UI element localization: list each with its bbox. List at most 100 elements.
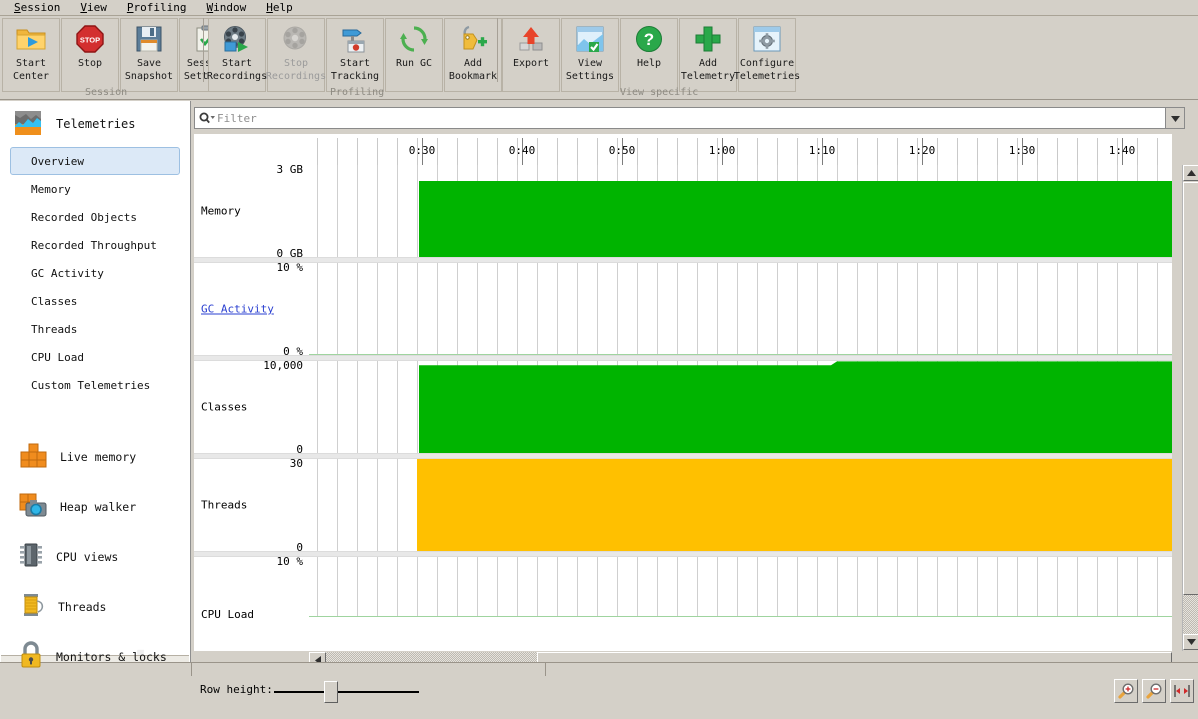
toolbar-button-start-recordings[interactable]: Start Recordings <box>207 18 267 92</box>
zoom-out-button[interactable] <box>1142 679 1166 703</box>
row-zero-baseline <box>309 616 1172 617</box>
ruler-time-label: 1:10 <box>808 144 836 157</box>
menu-item-view[interactable]: View <box>70 0 117 15</box>
sidebar-category-threads[interactable]: Threads <box>0 582 190 631</box>
toolbar-button-label: Configure <box>739 58 795 69</box>
sidebar-item-label: GC Activity <box>31 266 104 280</box>
sidebar-category-monitors-locks[interactable]: Monitors & locks <box>0 632 190 676</box>
row-y-max-label: 10,000 <box>263 359 303 372</box>
main-pane: Filter 0:30 0:40 0:50 1:00 1:10 1:20 1:30 1:40 1… <box>192 101 1198 709</box>
vertical-scrollbar[interactable] <box>1182 165 1198 651</box>
sidebar-item-overview[interactable]: Overview <box>10 147 180 175</box>
sidebar-item-gc-activity[interactable]: GC Activity <box>10 259 180 287</box>
sidebar-category-live-memory[interactable]: Live memory <box>0 432 190 481</box>
ruler-minor-tick <box>397 138 398 165</box>
ruler-minor-tick <box>317 138 318 165</box>
scroll-down-button[interactable] <box>1183 634 1198 650</box>
sidebar-item-memory[interactable]: Memory <box>10 175 180 203</box>
row-y-min-label: 0 % <box>283 345 303 358</box>
toolbar-button-label: Tracking <box>330 71 380 82</box>
row-series-area <box>417 459 1172 551</box>
toolbar-button-add-telemetry[interactable]: Add Telemetry <box>679 18 737 92</box>
toolbar-button-run-gc[interactable]: Run GC <box>385 18 443 92</box>
row-height-label: Row height: <box>200 683 273 696</box>
sidebar-category-label: Live memory <box>60 449 137 464</box>
search-dropdown-icon[interactable] <box>197 112 217 125</box>
row-plot[interactable] <box>309 263 1172 355</box>
green-plus-icon <box>694 22 722 56</box>
toolbar-button-view-settings[interactable]: View Settings <box>561 18 619 92</box>
row-y-max-label: 10 % <box>276 555 304 568</box>
row-series-area <box>419 180 1172 257</box>
time-ruler: 0:300:400:501:001:101:201:301:401:50 <box>194 134 1172 166</box>
toolbar-button-label: Center <box>12 71 50 82</box>
row-plot[interactable] <box>309 165 1172 257</box>
tracking-icon <box>341 22 369 56</box>
sidebar-item-custom-telemetries[interactable]: Custom Telemetries <box>10 371 180 399</box>
ruler-minor-tick <box>1077 138 1078 165</box>
row-axis: 10,000 0 Classes <box>194 359 309 456</box>
row-axis: 10 % 0 % GC Activity <box>194 261 309 358</box>
sidebar-category-cpu-views[interactable]: CPU views <box>0 532 190 581</box>
sidebar-item-threads[interactable]: Threads <box>10 315 180 343</box>
zoom-in-button[interactable] <box>1114 679 1138 703</box>
filter-input[interactable]: Filter <box>217 112 257 125</box>
row-height-slider-knob[interactable] <box>324 681 338 703</box>
menu-item-session[interactable]: Session <box>4 0 70 15</box>
vertical-scrollbar-track[interactable] <box>1183 595 1198 634</box>
sidebar-item-classes[interactable]: Classes <box>10 287 180 315</box>
status-divider <box>191 663 192 676</box>
row-name-label[interactable]: GC Activity <box>201 303 274 316</box>
toolbar-button-configure-telemetries[interactable]: Configure Telemetries <box>734 18 800 92</box>
film-reel-play-icon <box>222 22 252 56</box>
menu-item-window[interactable]: Window <box>196 0 256 15</box>
sidebar-item-cpu-load[interactable]: CPU Load <box>10 343 180 371</box>
ruler-minor-tick <box>577 138 578 165</box>
row-series-area <box>419 361 1172 453</box>
toolbar-button-help[interactable]: ? Help <box>620 18 678 92</box>
filter-dropdown-button[interactable] <box>1165 107 1185 129</box>
toolbar-button-add-bookmark[interactable]: Add Bookmark <box>444 18 502 92</box>
ruler-time-label: 1:40 <box>1108 144 1136 157</box>
telemetry-rows: 3 GB 0 GB Memory 10 % 0 % GC Activity 10,000 0 C… <box>194 165 1172 651</box>
toolbar-button-export[interactable]: Export <box>502 18 560 92</box>
row-axis: 3 GB 0 GB Memory <box>194 165 309 260</box>
jprofiler-window: Session View Profiling Window Help Start Cent… <box>0 0 1198 709</box>
toolbar-button-stop[interactable]: STOP Stop <box>61 18 119 92</box>
filter-bar[interactable]: Filter <box>194 107 1184 129</box>
row-plot[interactable] <box>309 557 1172 617</box>
row-plot[interactable] <box>309 361 1172 453</box>
window-check-icon <box>576 22 604 56</box>
toolbar-button-start-tracking[interactable]: Start Tracking <box>326 18 384 92</box>
sidebar-category-label: Heap walker <box>60 499 137 514</box>
ruler-minor-tick <box>1137 138 1138 165</box>
toolbar-button-start-center[interactable]: Start Center <box>2 18 60 92</box>
row-axis: 10 % CPU Load <box>194 555 309 621</box>
row-height-slider[interactable] <box>274 691 419 693</box>
sidebar-item-recorded-objects[interactable]: Recorded Objects <box>10 203 180 231</box>
row-plot[interactable] <box>309 459 1172 551</box>
sidebar-category-label: Monitors & locks <box>56 649 167 664</box>
menu-item-help[interactable]: Help <box>256 0 303 15</box>
svg-text:?: ? <box>644 30 654 49</box>
toolbar-button-save-snapshot[interactable]: Save Snapshot <box>120 18 178 92</box>
menu-item-profiling[interactable]: Profiling <box>117 0 197 15</box>
ruler-minor-tick <box>1037 138 1038 165</box>
sidebar-category-label: CPU views <box>56 549 119 564</box>
row-y-min-label: 0 <box>296 541 303 554</box>
scroll-up-button[interactable] <box>1183 165 1198 181</box>
recycle-icon <box>400 22 428 56</box>
telemetry-row-cpu-load: 10 % CPU Load <box>194 555 1172 621</box>
sidebar-category-heap-walker[interactable]: Heap walker <box>0 482 190 531</box>
series-total-threads <box>417 459 1172 551</box>
ruler-minor-tick <box>957 138 958 165</box>
sidebar-item-label: Memory <box>31 182 71 196</box>
vertical-scrollbar-thumb[interactable] <box>1183 182 1198 595</box>
ruler-minor-tick <box>797 138 798 165</box>
row-gridlines <box>309 263 1172 355</box>
sidebar: JProfiler Telemetries OverviewMemoryReco… <box>0 101 191 676</box>
ruler-minor-tick <box>837 138 838 165</box>
sidebar-item-recorded-throughput[interactable]: Recorded Throughput <box>10 231 180 259</box>
fit-horizontal-button[interactable] <box>1170 679 1194 703</box>
toolbar-button-label: Help <box>636 58 662 69</box>
